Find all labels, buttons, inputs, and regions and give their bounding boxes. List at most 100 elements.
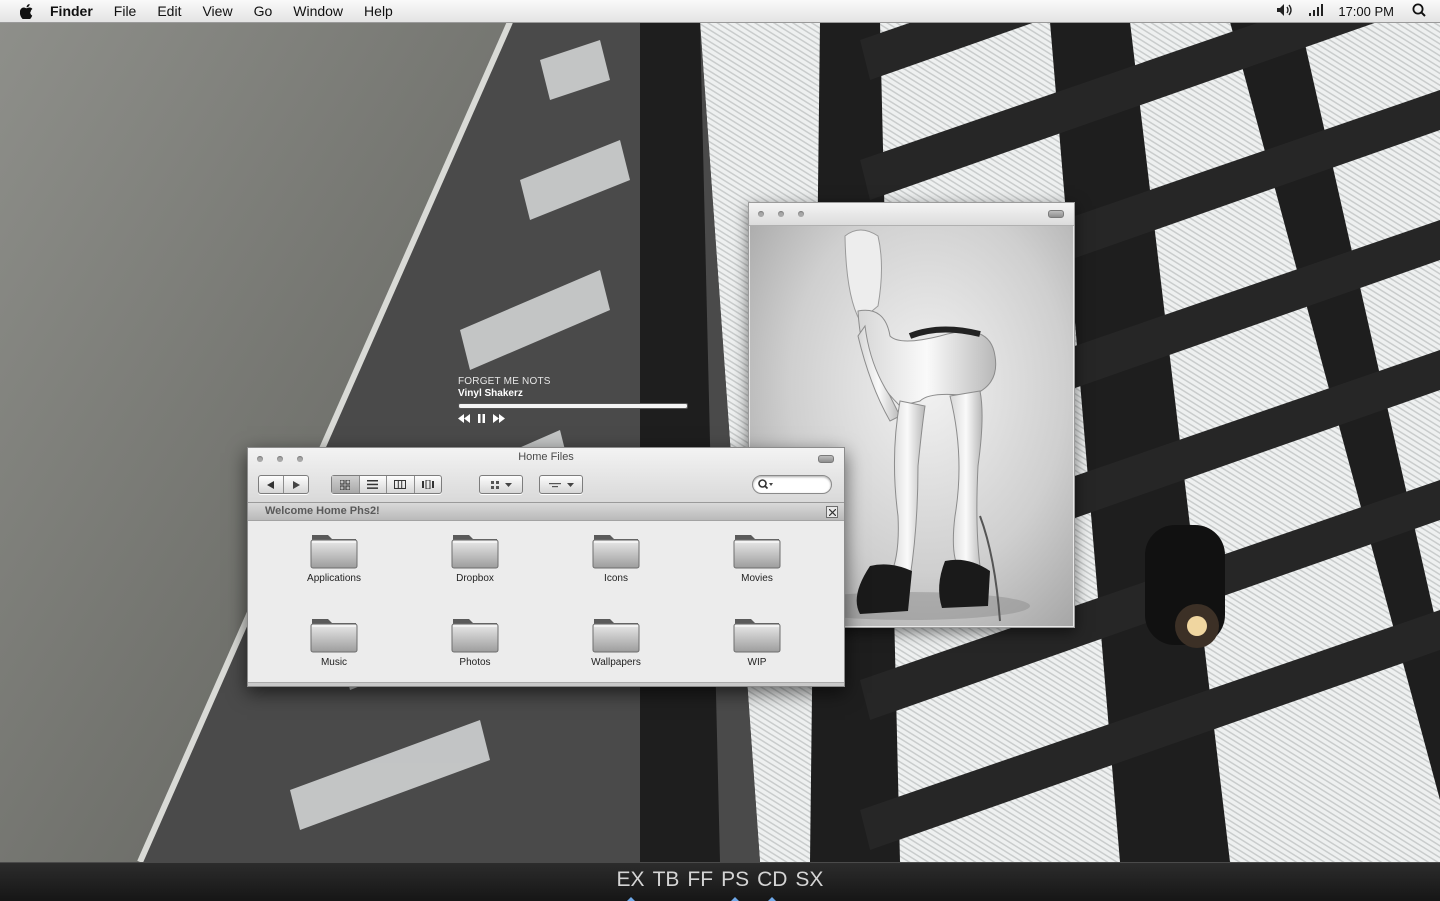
forward-button[interactable] xyxy=(284,476,308,493)
close-button[interactable] xyxy=(758,211,764,217)
window-bottom-bar xyxy=(248,682,844,686)
minimize-button[interactable] xyxy=(778,211,784,217)
columns-icon xyxy=(394,480,407,489)
apple-logo-icon[interactable] xyxy=(20,3,34,19)
dock-item[interactable]: PS xyxy=(717,867,753,901)
dock-item[interactable]: FF xyxy=(683,867,717,893)
coverflow-icon xyxy=(421,480,434,489)
signal-bars-icon[interactable] xyxy=(1308,3,1324,19)
spotlight-search-icon[interactable] xyxy=(1412,3,1426,20)
folder-icon xyxy=(592,613,640,653)
folder-icon xyxy=(451,613,499,653)
running-indicator xyxy=(626,897,635,901)
arrange-dropdown-inner xyxy=(480,476,522,493)
toolbar-toggle-button[interactable] xyxy=(1048,210,1064,218)
back-button[interactable] xyxy=(259,476,284,493)
folder-icon xyxy=(310,613,358,653)
folder-item[interactable]: WIP xyxy=(697,613,817,668)
now-playing-widget: FORGET ME NOTS Vinyl Shakerz xyxy=(458,376,688,423)
dock: EX TB FF PS CD SX xyxy=(0,862,1440,901)
folder-item[interactable]: Movies xyxy=(697,529,817,584)
menu-clock[interactable]: 17:00 PM xyxy=(1338,4,1394,19)
playback-controls xyxy=(458,414,688,423)
dock-item[interactable]: EX xyxy=(613,867,649,901)
track-artist: Vinyl Shakerz xyxy=(458,388,523,399)
running-indicator xyxy=(731,897,740,901)
speaker-icon[interactable] xyxy=(1276,3,1294,20)
chevron-down-icon xyxy=(504,482,512,487)
back-arrow-icon xyxy=(267,480,274,489)
welcome-banner: Welcome Home Phs2! xyxy=(248,502,844,521)
folder-icon xyxy=(733,613,781,653)
folder-label: Wallpapers xyxy=(591,657,641,668)
folder-label: Photos xyxy=(459,657,491,668)
dock-item-label: TB xyxy=(652,868,680,891)
pause-icon[interactable] xyxy=(477,414,486,423)
folder-icon xyxy=(451,529,499,569)
close-banner-button[interactable] xyxy=(826,506,838,518)
dock-item[interactable]: TB xyxy=(649,867,684,893)
folder-label: Applications xyxy=(307,573,361,584)
fast-forward-icon[interactable] xyxy=(493,414,505,423)
dock-item-label: EX xyxy=(616,868,645,891)
dock-items: EX TB FF PS CD SX xyxy=(0,867,1440,901)
view-mode-control xyxy=(331,475,442,494)
menu-bar: Finder File Edit View Go Window Help 17:… xyxy=(0,0,1440,23)
list-icon xyxy=(367,480,379,489)
playback-progress-fill xyxy=(459,404,687,408)
forward-arrow-icon xyxy=(293,480,300,489)
close-icon xyxy=(828,508,836,516)
chevron-down-icon xyxy=(566,482,574,487)
folder-item[interactable]: Dropbox xyxy=(415,529,535,584)
menu-extras: 17:00 PM xyxy=(1276,0,1440,22)
menu-window[interactable]: Window xyxy=(293,0,343,22)
folder-grid: Applications Dropbox Icons Movies Music … xyxy=(248,523,844,683)
menu-go[interactable]: Go xyxy=(254,0,273,22)
folder-icon xyxy=(310,529,358,569)
list-view-button[interactable] xyxy=(360,476,387,493)
dock-item[interactable]: SX xyxy=(791,867,827,893)
toolbar-toggle-button[interactable] xyxy=(818,455,834,463)
folder-icon xyxy=(592,529,640,569)
folder-label: Icons xyxy=(604,573,628,584)
welcome-banner-text: Welcome Home Phs2! xyxy=(265,505,380,517)
folder-label: Music xyxy=(320,657,348,668)
photo-window-titlebar[interactable] xyxy=(749,203,1074,226)
action-icon xyxy=(548,482,561,487)
finder-window: Home Files Welcome Home Phs2! Applicatio… xyxy=(247,447,845,687)
folder-item[interactable]: Icons xyxy=(556,529,676,584)
rewind-icon[interactable] xyxy=(458,414,470,423)
search-icon xyxy=(758,479,773,490)
folder-item[interactable]: Applications xyxy=(274,529,394,584)
folder-item[interactable]: Wallpapers xyxy=(556,613,676,668)
action-dropdown[interactable] xyxy=(539,475,583,494)
dock-item[interactable]: CD xyxy=(753,867,791,901)
dock-item-label: SX xyxy=(795,868,824,891)
folder-label: Dropbox xyxy=(456,573,494,584)
action-dropdown-inner xyxy=(540,476,582,493)
zoom-button[interactable] xyxy=(798,211,804,217)
dock-item-label: FF xyxy=(687,868,714,891)
column-view-button[interactable] xyxy=(387,476,415,493)
menu-help[interactable]: Help xyxy=(364,0,393,22)
menu-file[interactable]: File xyxy=(114,0,137,22)
folder-label: Movies xyxy=(741,573,773,584)
menu-view[interactable]: View xyxy=(202,0,232,22)
playback-progress-bar[interactable] xyxy=(458,403,688,409)
menu-app-finder[interactable]: Finder xyxy=(50,0,93,22)
search-field[interactable] xyxy=(752,475,832,494)
folder-item[interactable]: Music xyxy=(274,613,394,668)
dock-item-label: CD xyxy=(757,868,788,891)
window-title: Home Files xyxy=(518,451,574,463)
folder-item[interactable]: Photos xyxy=(415,613,535,668)
menu-edit[interactable]: Edit xyxy=(157,0,181,22)
icon-view-button[interactable] xyxy=(332,476,360,493)
arrange-dropdown[interactable] xyxy=(479,475,523,494)
icon-grid-icon xyxy=(340,479,351,490)
coverflow-view-button[interactable] xyxy=(415,476,442,493)
running-indicator xyxy=(768,897,777,901)
dock-item-label: PS xyxy=(721,868,750,891)
arrange-icon xyxy=(490,480,499,489)
window-controls xyxy=(758,211,804,217)
finder-titlebar[interactable]: Home Files xyxy=(248,448,844,502)
